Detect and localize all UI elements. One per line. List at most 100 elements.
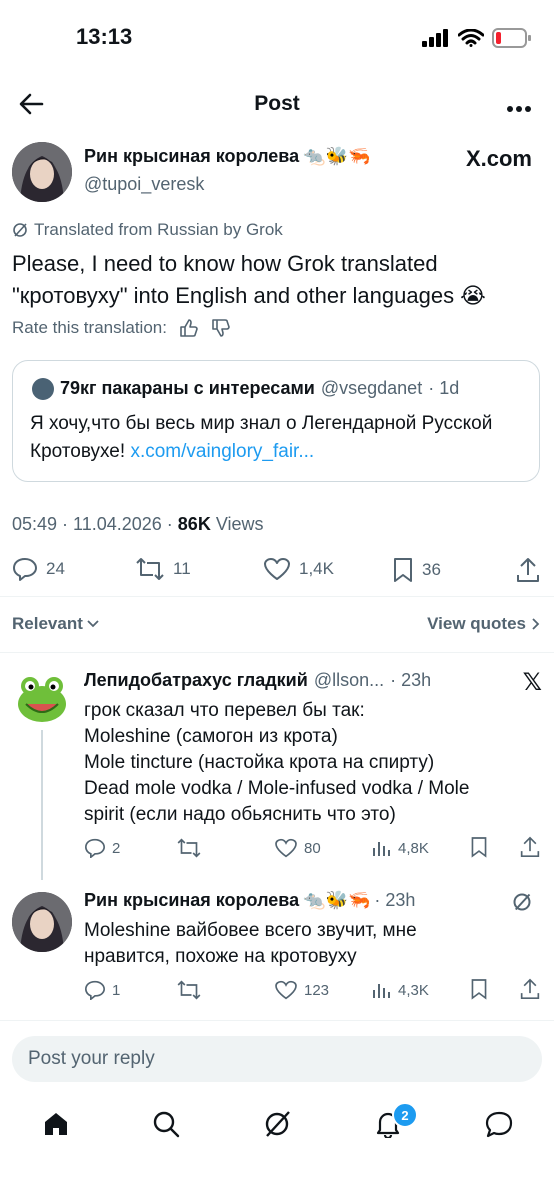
thumbs-up-icon[interactable]: [179, 318, 199, 338]
sort-label: Relevant: [12, 614, 83, 633]
reply-author-name[interactable]: Лепидобатрахус гладкий: [84, 670, 308, 691]
view-count: 4,8K: [398, 839, 429, 857]
reply-line: Dead mole vodka / Mole-infused vodka / M…: [84, 778, 470, 799]
share-icon: [520, 978, 540, 999]
reply-input[interactable]: Post your reply: [12, 1036, 542, 1082]
status-icons: [422, 28, 532, 48]
author-name[interactable]: Рин крысиная королева: [84, 146, 299, 167]
nav-messages[interactable]: [484, 1110, 514, 1143]
reply-2-avatar[interactable]: [12, 892, 72, 952]
divider: [0, 596, 554, 597]
share-icon: [517, 558, 539, 582]
view-count: 4,3K: [398, 981, 429, 999]
status-time: 13:13: [76, 24, 133, 49]
view-quotes-link[interactable]: View quotes: [427, 614, 540, 634]
more-button[interactable]: [506, 100, 532, 118]
reply-text: грок сказал что перевел бы так: Moleshin…: [84, 698, 546, 828]
thread-line: [41, 730, 43, 880]
repost-icon: [177, 838, 201, 858]
cellular-signal-icon: [422, 29, 448, 47]
x-logo-icon: 𝕏: [522, 669, 542, 696]
post-meta: 05:49 · 11.04.2026 · 86K Views: [12, 514, 264, 535]
reply-icon: [13, 558, 37, 581]
reply-2-reply-action[interactable]: 1: [84, 980, 120, 1000]
reply-1-share[interactable]: [520, 836, 540, 858]
divider: [0, 652, 554, 653]
repost-icon: [177, 980, 201, 1000]
reply-line: Moleshine вайбовее всего звучит, мне: [84, 920, 417, 941]
reply-count: 1: [112, 981, 121, 999]
views-label: Views: [210, 514, 264, 534]
nav-grok[interactable]: [263, 1110, 291, 1143]
reply-icon: [84, 980, 106, 1000]
chat-bubble-icon: [485, 1111, 513, 1138]
like-count: 80: [304, 839, 321, 857]
reply-line: spirit (если надо обьяснить что это): [84, 804, 396, 825]
view-quotes-label: View quotes: [427, 614, 526, 633]
like-action[interactable]: 1,4K: [263, 557, 334, 581]
more-dots-icon: [507, 106, 531, 112]
reply-2-repost-action[interactable]: [176, 980, 202, 1000]
nav-home[interactable]: [42, 1110, 70, 1143]
reply-author-emoji: 🐀🐝🦐: [303, 890, 371, 910]
grok-icon[interactable]: [512, 892, 532, 917]
quote-text: Я хочу,что бы весь мир знал о Легендарно…: [30, 410, 520, 466]
reply-line: грок сказал что перевел бы так:: [84, 700, 365, 721]
chevron-down-icon: [87, 620, 99, 628]
reply-count: 2: [112, 839, 121, 857]
author-emoji: 🐀🐝🦐: [303, 146, 371, 166]
thumbs-down-icon[interactable]: [211, 318, 231, 338]
battery-low-icon: [492, 28, 531, 48]
rate-translation-label: Rate this translation:: [12, 318, 167, 337]
bookmark-action[interactable]: 36: [392, 557, 441, 583]
frog-avatar-icon: [18, 677, 66, 722]
quote-link[interactable]: x.com/vainglory_fair...: [130, 441, 314, 462]
share-action[interactable]: [516, 557, 540, 583]
like-count: 123: [304, 981, 330, 999]
post-text: Please, I need to know how Grok translat…: [12, 251, 486, 308]
notification-badge: 2: [392, 1102, 418, 1128]
reply-1-reply-action[interactable]: 2: [84, 838, 120, 858]
reply-author-name[interactable]: Рин крысиная королева: [84, 890, 299, 911]
reply-2-views[interactable]: 4,3K: [372, 980, 429, 1000]
grok-glyph: [513, 893, 531, 911]
heart-icon: [275, 838, 297, 858]
reply-line: Moleshine (самогон из крота): [84, 726, 338, 747]
grok-icon: [13, 223, 27, 237]
bookmark-count: 36: [422, 560, 441, 579]
quote-avatar: [32, 378, 54, 400]
bookmark-icon: [471, 979, 487, 1000]
share-icon: [520, 836, 540, 857]
repost-action[interactable]: 11: [135, 557, 191, 581]
reply-2-like-action[interactable]: 123: [274, 980, 329, 1000]
search-icon: [153, 1111, 180, 1138]
avatar-image: [12, 892, 72, 952]
x-com-badge[interactable]: X.com: [466, 146, 532, 172]
heart-icon: [275, 980, 297, 1000]
avatar-image: [12, 142, 72, 202]
reply-1-repost-action[interactable]: [176, 838, 202, 858]
reply-1-avatar[interactable]: [12, 668, 72, 728]
sort-relevant-button[interactable]: Relevant: [12, 614, 99, 634]
translated-note: Translated from Russian by Grok: [34, 220, 283, 239]
post-timestamp: 05:49 · 11.04.2026 ·: [12, 514, 178, 534]
like-count: 1,4K: [299, 559, 334, 578]
repost-icon: [136, 558, 164, 580]
repost-count: 11: [173, 559, 191, 578]
reply-time: · 23h: [374, 890, 416, 910]
grok-icon: [265, 1111, 290, 1137]
wifi-icon: [458, 29, 484, 47]
reply-1-like-action[interactable]: 80: [274, 838, 321, 858]
reply-line: Mole tincture (настойка крота на спирту): [84, 752, 435, 773]
author-avatar[interactable]: [12, 142, 72, 202]
reply-2-bookmark[interactable]: [470, 978, 488, 1000]
quote-time: · 1d: [428, 378, 460, 398]
author-handle[interactable]: @tupoi_veresk: [84, 174, 204, 195]
reply-2-share[interactable]: [520, 978, 540, 1000]
reply-1-views[interactable]: 4,8K: [372, 838, 429, 858]
reply-icon: [84, 838, 106, 858]
reply-action[interactable]: 24: [12, 557, 65, 581]
reply-author-handle[interactable]: @llson...: [314, 670, 384, 691]
nav-search[interactable]: [152, 1110, 180, 1143]
reply-1-bookmark[interactable]: [470, 836, 488, 858]
